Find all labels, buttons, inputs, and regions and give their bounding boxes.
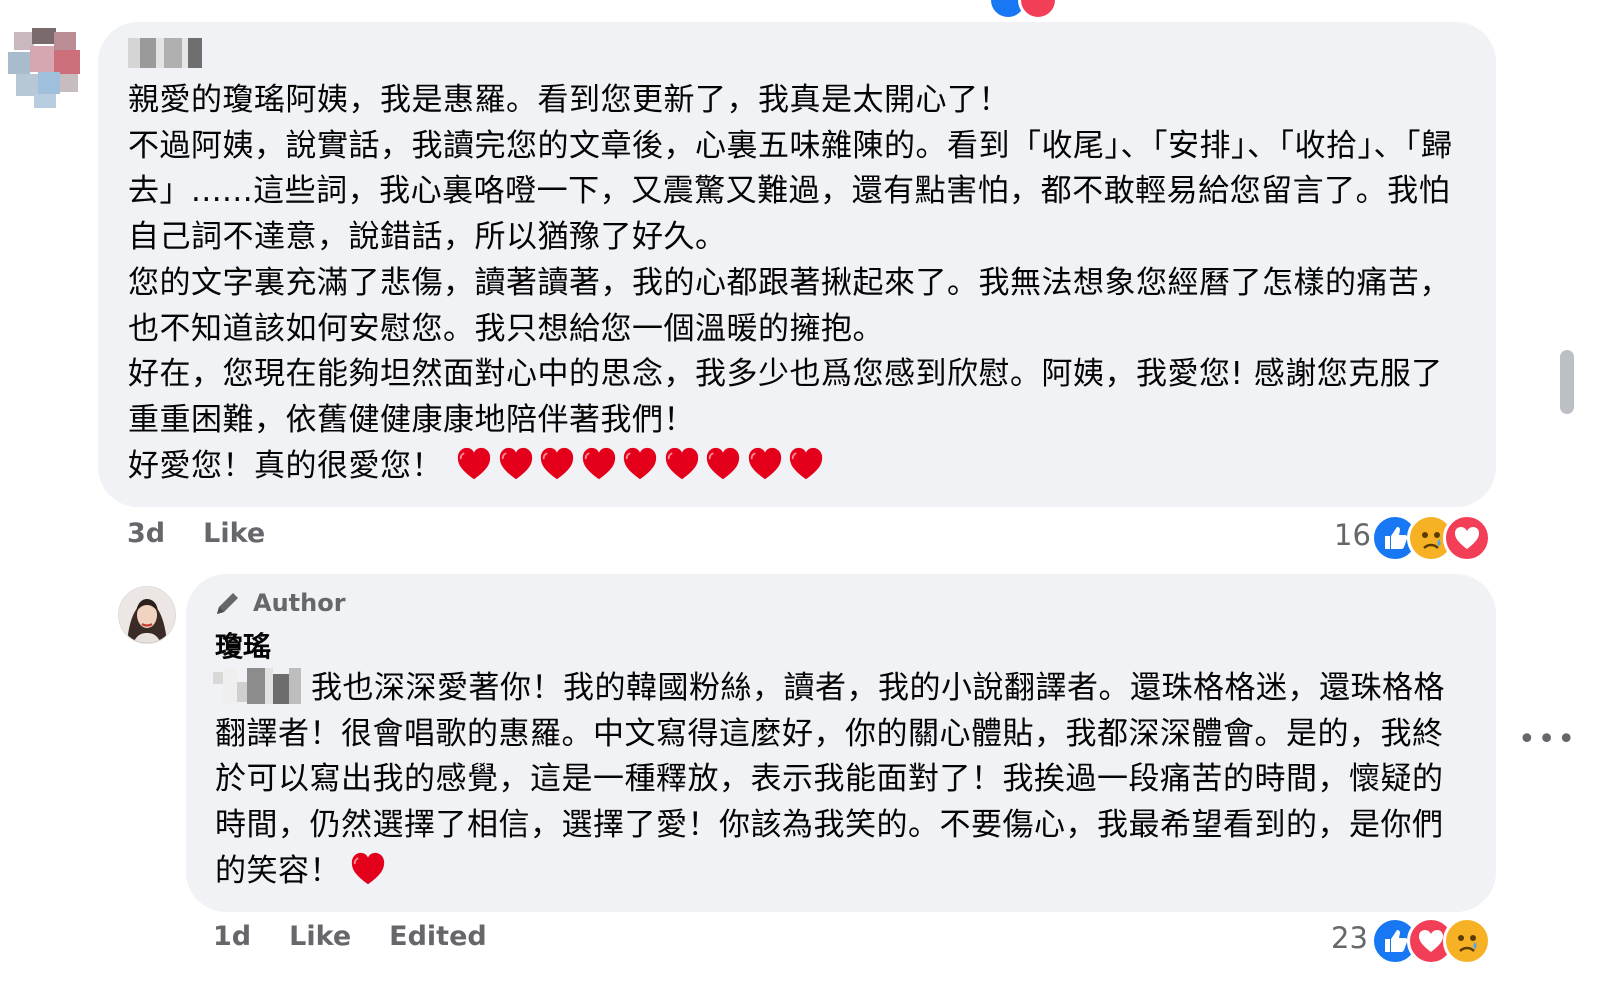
heart-emoji-row <box>455 447 829 484</box>
reaction-summary[interactable] <box>1371 514 1491 562</box>
red-heart-emoji <box>457 447 491 479</box>
comment-paragraph: 不過阿姨，說實話，我讀完您的文章後，心裏五味雜陳的。看到「收尾」、「安排」、「收… <box>128 127 1453 256</box>
red-heart-emoji <box>789 447 823 479</box>
edited-label[interactable]: Edited <box>389 921 487 952</box>
red-heart-emoji <box>351 852 385 885</box>
love-icon <box>1443 514 1491 562</box>
scrollbar-thumb[interactable] <box>1560 350 1574 414</box>
comment-meta: 3d Like <box>127 518 265 549</box>
comment-paragraph: 好在，您現在能夠坦然面對心中的思念，我多少也爲您感到欣慰。阿姨，我愛您! 感謝您… <box>128 356 1443 438</box>
sad-icon <box>1443 917 1491 965</box>
reply-meta: 1d Like Edited <box>213 921 487 952</box>
pencil-icon <box>217 593 238 614</box>
comment-paragraph: 親愛的瓊瑤阿姨，我是惠羅。看到您更新了，我真是太開心了！ <box>128 82 1010 118</box>
commenter-name-blurred[interactable] <box>128 38 210 68</box>
author-badge-label: Author <box>253 589 346 617</box>
reply-body: 我也深深愛著你！我的韓國粉絲，讀者，我的小說翻譯者。還珠格格迷，還珠格格翻譯者！… <box>215 670 1445 889</box>
author-portrait-icon <box>119 587 175 643</box>
comment-text: 親愛的瓊瑤阿姨，我是惠羅。看到您更新了，我真是太開心了！ 不過阿姨，說實話，我讀… <box>128 78 1468 489</box>
comment-paragraph: 您的文字裏充滿了悲傷，讀著讀著，我的心都跟著揪起來了。我無法想象您經曆了怎樣的痛… <box>128 264 1451 347</box>
reaction-count[interactable]: 23 <box>1331 921 1368 955</box>
red-heart-emoji <box>499 447 532 479</box>
author-name[interactable]: 瓊瑤 <box>215 625 271 665</box>
author-badge: Author <box>213 588 346 618</box>
comment-timestamp[interactable]: 3d <box>127 518 165 549</box>
red-heart-emoji <box>540 447 574 479</box>
red-heart-emoji <box>582 447 615 479</box>
reply-text: 我也深深愛著你！我的韓國粉絲，讀者，我的小說翻譯者。還珠格格迷，還珠格格翻譯者！… <box>215 666 1465 895</box>
reaction-count[interactable]: 16 <box>1334 518 1371 552</box>
love-icon <box>1018 0 1058 20</box>
more-options-button[interactable]: ••• <box>1518 722 1577 757</box>
red-heart-emoji <box>623 447 657 479</box>
like-button[interactable]: Like <box>289 921 351 952</box>
reaction-summary[interactable] <box>1371 917 1491 965</box>
previous-reactions-fragment <box>988 0 1078 20</box>
like-button[interactable]: Like <box>203 518 265 549</box>
reply-timestamp[interactable]: 1d <box>213 921 251 952</box>
author-avatar[interactable] <box>118 586 176 644</box>
commenter-avatar-blurred[interactable] <box>4 22 90 108</box>
red-heart-emoji <box>706 447 740 479</box>
comment-last-line: 好愛您！真的很愛您！ <box>128 447 443 484</box>
red-heart-emoji <box>665 447 698 479</box>
red-heart-emoji <box>748 447 781 479</box>
